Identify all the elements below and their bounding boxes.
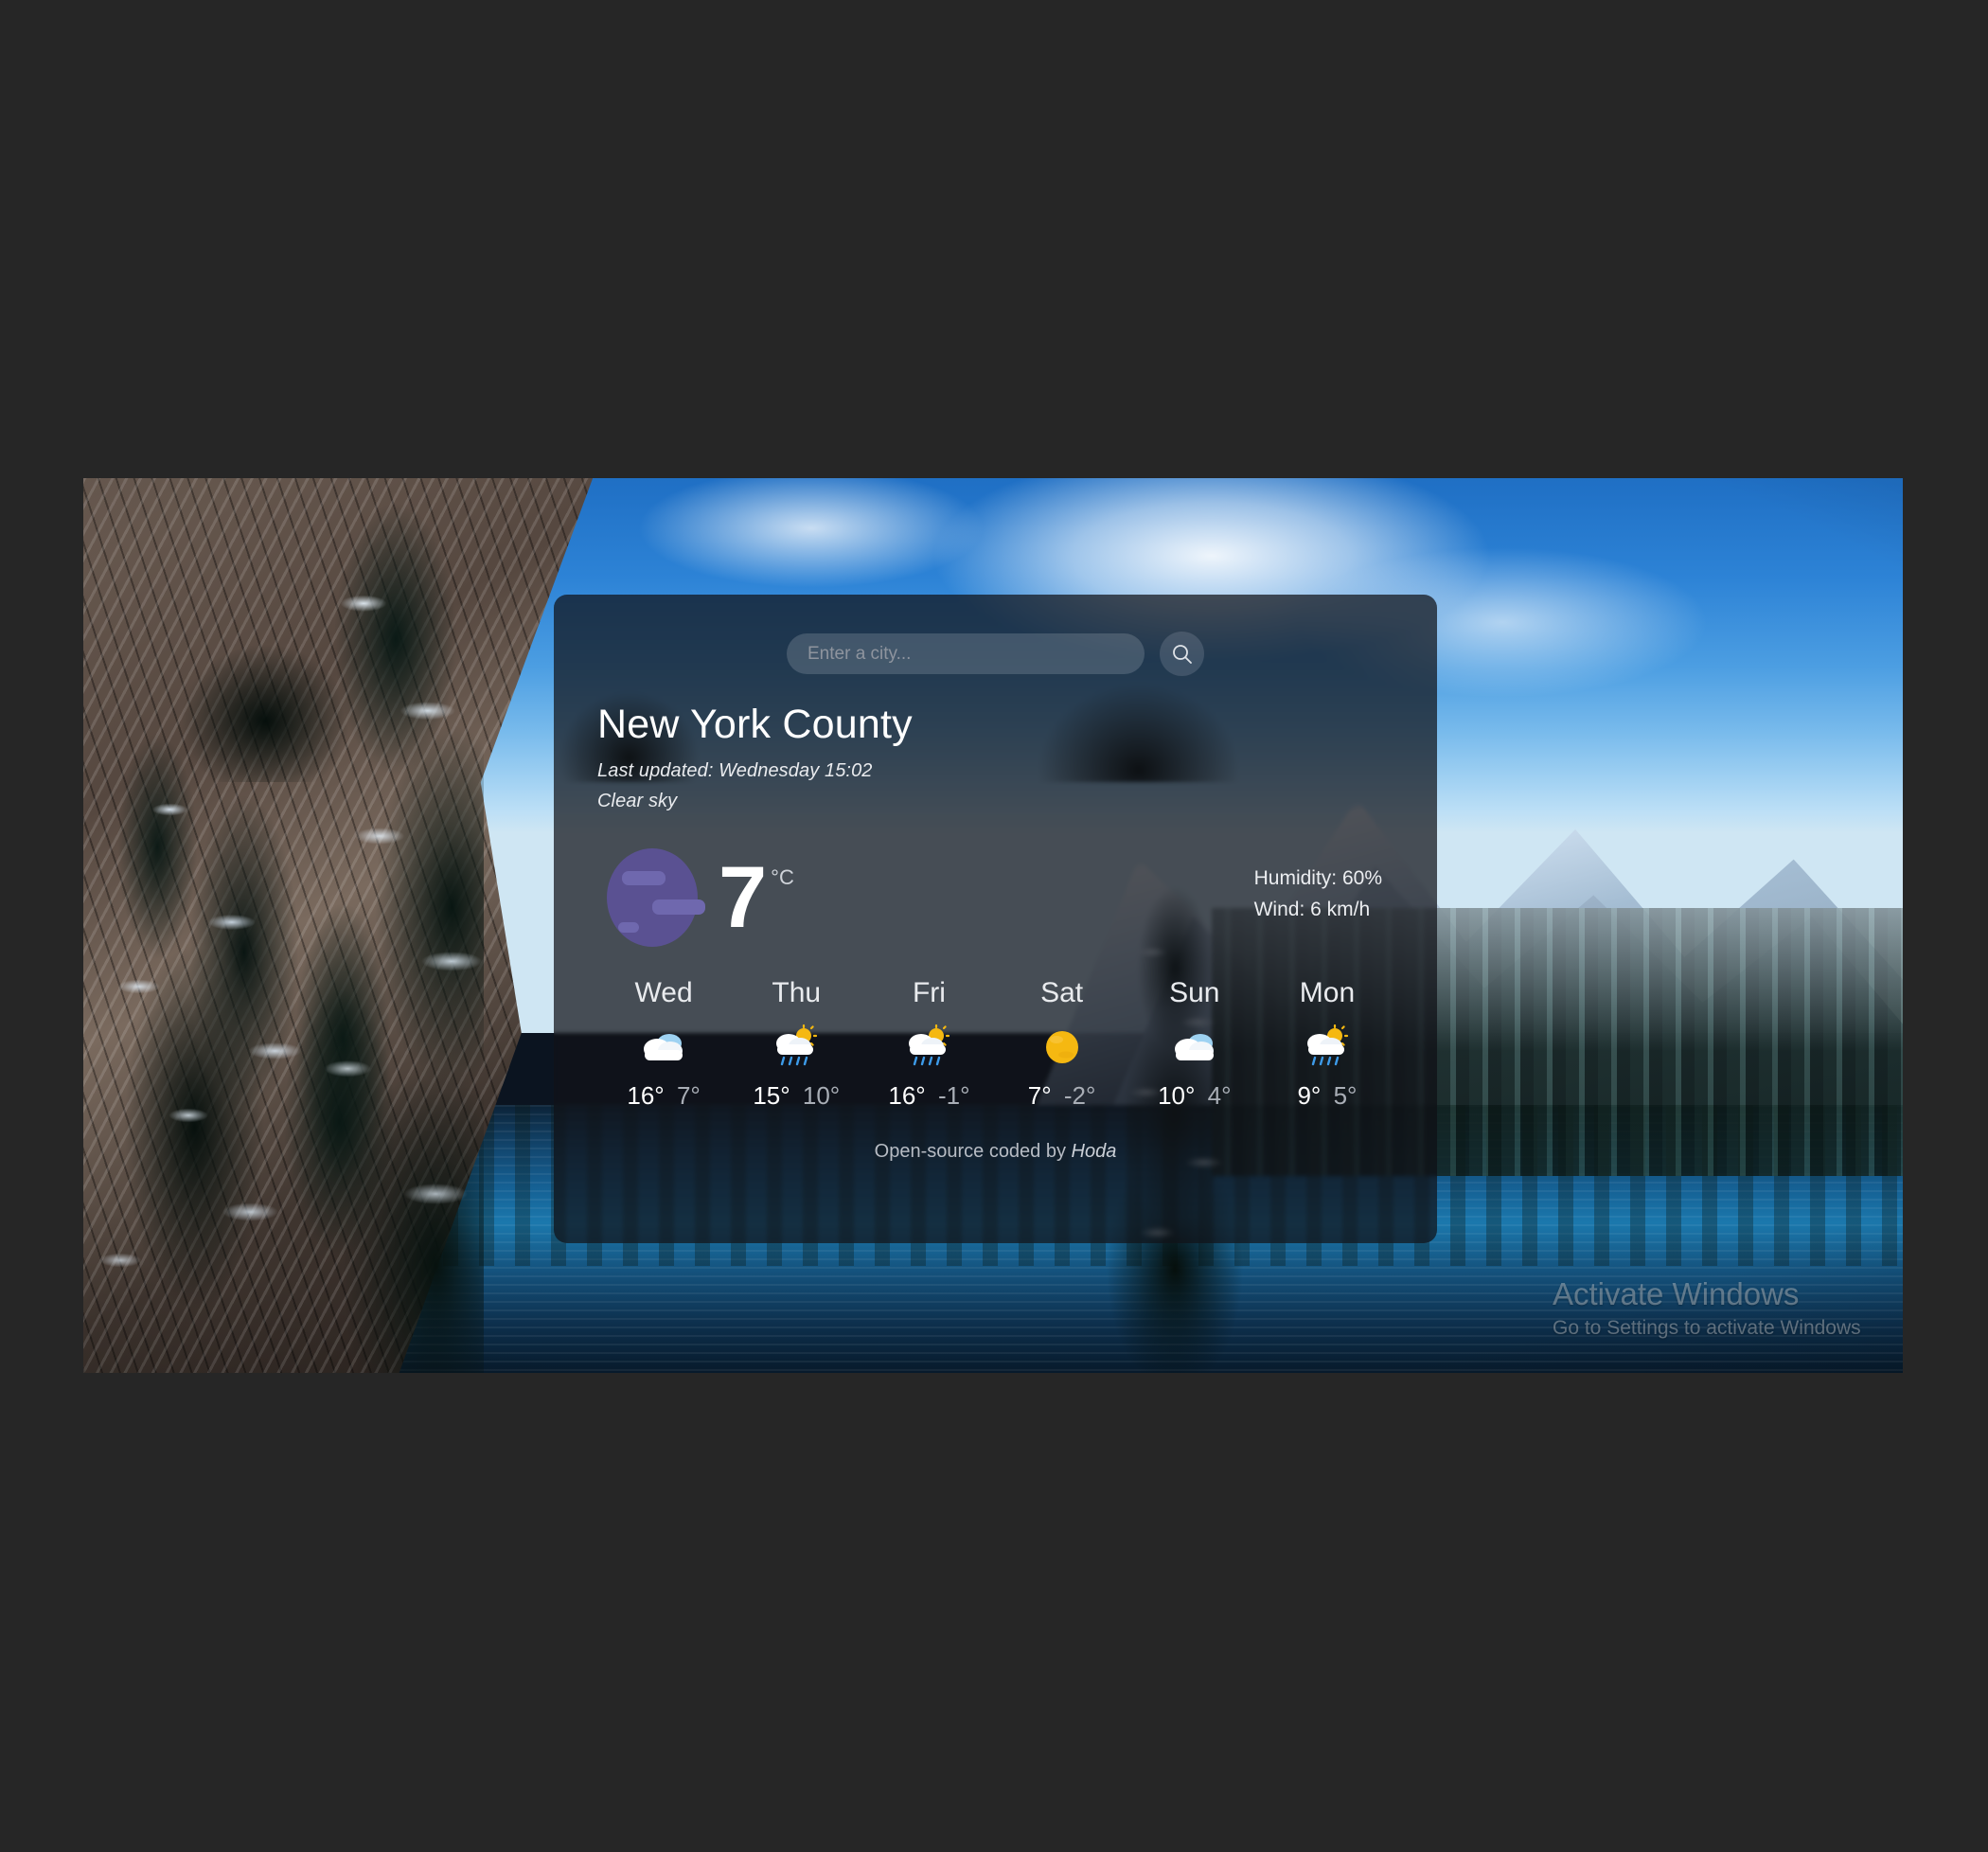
weather-stats: Humidity: 60% Wind: 6 km/h bbox=[1254, 864, 1393, 931]
forecast-day-temps: 10° 4° bbox=[1128, 1081, 1261, 1111]
forecast-day-temps: 16° 7° bbox=[597, 1081, 730, 1111]
forecast-day-wed: Wed 16° 7° bbox=[597, 977, 730, 1111]
current-conditions: 7 °C Humidity: 60% Wind: 6 km/h bbox=[597, 837, 1393, 958]
search-button[interactable] bbox=[1160, 632, 1204, 676]
card-footer: Open-source coded by Hoda bbox=[597, 1141, 1393, 1163]
humidity-value: Humidity: 60% bbox=[1253, 867, 1382, 890]
search-icon bbox=[1170, 642, 1195, 667]
forecast-high: 16° bbox=[627, 1081, 665, 1110]
footer-prefix: Open-source coded by bbox=[874, 1141, 1066, 1162]
search-bar bbox=[597, 595, 1393, 676]
forecast-high: 16° bbox=[888, 1081, 926, 1110]
screen: Activate Windows Go to Settings to activ… bbox=[0, 0, 1988, 1852]
sun-rain-cloud-icon bbox=[862, 1023, 995, 1072]
placeholder-bar-2 bbox=[652, 899, 705, 915]
footer-author: Hoda bbox=[1071, 1141, 1117, 1162]
wind-value: Wind: 6 km/h bbox=[1253, 899, 1371, 920]
last-updated-label: Last updated: Wednesday 15:02 bbox=[597, 760, 873, 781]
placeholder-bar-3 bbox=[618, 922, 639, 933]
forecast-day-name: Sat bbox=[1040, 977, 1084, 1008]
forecast-day-name: Thu bbox=[772, 977, 822, 1008]
placeholder-bar-1 bbox=[622, 871, 666, 885]
sun-rain-cloud-icon bbox=[1261, 1023, 1393, 1072]
current-temperature: 7 °C bbox=[719, 848, 794, 946]
forecast-high: 9° bbox=[1297, 1081, 1322, 1110]
forecast-low: 4° bbox=[1207, 1081, 1232, 1110]
forecast-day-temps: 15° 10° bbox=[730, 1081, 862, 1111]
weather-card: New York County Last updated: Wednesday … bbox=[554, 595, 1437, 1243]
temperature-value: 7 bbox=[719, 848, 768, 946]
sun-rain-cloud-icon bbox=[730, 1023, 862, 1072]
forecast-day-fri: Fri 16° -1° bbox=[862, 977, 995, 1111]
forecast-low: 10° bbox=[802, 1081, 841, 1110]
forecast-high: 7° bbox=[1027, 1081, 1052, 1110]
forecast-day-thu: Thu 15° 10° bbox=[730, 977, 862, 1111]
condition-label: Clear sky bbox=[597, 791, 678, 811]
forecast-low: -2° bbox=[1063, 1081, 1096, 1110]
forecast-day-temps: 9° 5° bbox=[1261, 1081, 1393, 1111]
forecast-high: 10° bbox=[1158, 1081, 1196, 1110]
forecast-low: -1° bbox=[937, 1081, 970, 1110]
forecast-low: 5° bbox=[1333, 1081, 1358, 1110]
forecast-day-temps: 16° -1° bbox=[862, 1081, 995, 1111]
forecast-day-name: Sun bbox=[1169, 977, 1220, 1008]
forecast-low: 7° bbox=[676, 1081, 701, 1110]
forecast-high: 15° bbox=[753, 1081, 790, 1110]
forecast-day-name: Fri bbox=[912, 977, 946, 1008]
forecast-day-sun: Sun 10° 4° bbox=[1128, 977, 1261, 1111]
temperature-unit: °C bbox=[771, 864, 794, 889]
cloud-icon bbox=[1128, 1023, 1261, 1072]
forecast-row: Wed 16° 7° Thu 15° 10° Fri 16° -1° Sat 7… bbox=[597, 977, 1393, 1111]
forecast-day-name: Mon bbox=[1299, 977, 1356, 1008]
cloud-icon bbox=[597, 1023, 730, 1072]
forecast-day-mon: Mon 9° 5° bbox=[1261, 977, 1393, 1111]
broken-image-placeholder-icon bbox=[607, 848, 705, 947]
forecast-day-sat: Sat 7° -2° bbox=[996, 977, 1128, 1111]
search-input[interactable] bbox=[787, 633, 1145, 674]
sun-icon bbox=[996, 1023, 1128, 1072]
forecast-day-name: Wed bbox=[634, 977, 693, 1008]
forecast-day-temps: 7° -2° bbox=[996, 1081, 1128, 1111]
city-name: New York County bbox=[597, 702, 913, 747]
